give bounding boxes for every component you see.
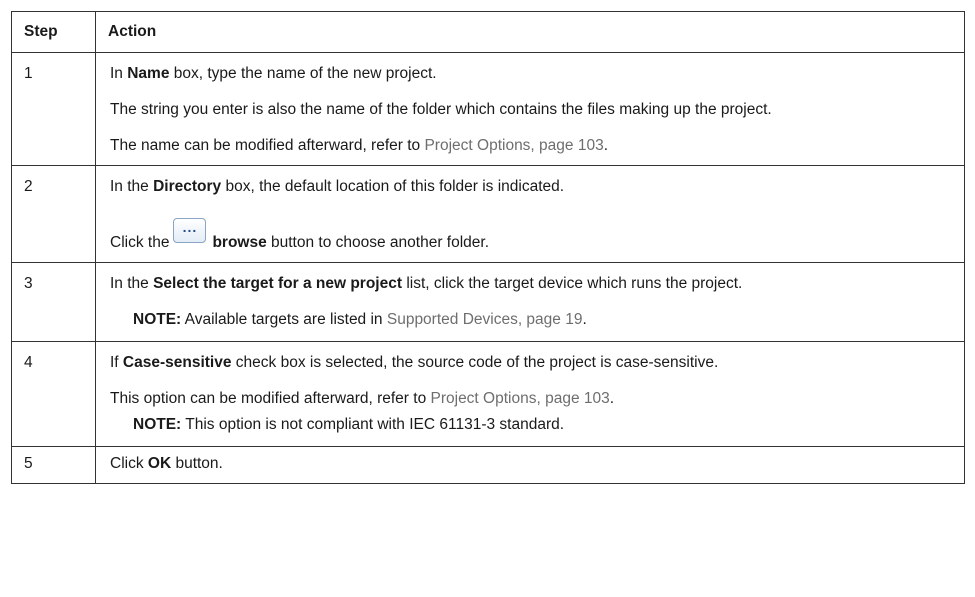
action-paragraph: In the Directory box, the default locati… [110,178,954,196]
step-column-header: Step [11,11,96,53]
step-action: In the Select the target for a new proje… [95,262,965,342]
ui-term: browse [212,234,267,251]
text: Click [110,455,148,472]
step-action: In the Directory box, the default locati… [95,165,965,263]
table-row: 4 If Case-sensitive check box is selecte… [11,341,965,447]
text: button to choose another folder. [266,234,490,251]
text: In [110,65,128,82]
project-options-link[interactable]: Project Options, page 103 [424,137,603,154]
step-action: Click OK button. [95,446,965,484]
ellipsis-glyph: ... [182,219,198,235]
text: Click the [110,234,170,251]
step-action: In Name box, type the name of the new pr… [95,52,965,166]
action-paragraph: Click OK button. [110,455,954,473]
note-label: NOTE: [133,311,182,328]
action-paragraph: The string you enter is also the name of… [110,101,772,118]
text: This option is not compliant with IEC 61… [181,416,565,433]
text: In the [110,178,154,195]
table-row: 3 In the Select the target for a new pro… [11,262,965,342]
action-paragraph: If Case-sensitive check box is selected,… [110,354,954,372]
text: . [609,390,615,407]
steps-table: Step Action 1 In Name box, type the name… [11,11,965,484]
text: box, the default location of this folder… [221,178,565,195]
ui-term: OK [147,455,172,472]
step-number: 1 [11,52,96,166]
ellipsis-browse-button-icon: ... [173,218,207,243]
supported-devices-link[interactable]: Supported Devices, page 19 [387,311,583,328]
note-label: NOTE: [133,416,182,433]
text: The name can be modified afterward, refe… [110,137,425,154]
action-paragraph: The name can be modified afterward, refe… [110,137,954,155]
table-row: 2 In the Directory box, the default loca… [11,165,965,263]
text: button. [171,455,223,472]
text: . [603,137,609,154]
text: list, click the target device which runs… [402,275,743,292]
action-paragraph: In Name box, type the name of the new pr… [110,65,954,83]
action-paragraph: This option can be modified afterward, r… [110,390,954,408]
text: Available targets are listed in [181,311,387,328]
table-row: 5 Click OK button. [11,446,965,484]
project-options-link[interactable]: Project Options, page 103 [431,390,610,407]
action-column-header: Action [95,11,965,53]
text: box, type the name of the new project. [169,65,437,82]
step-number: 3 [11,262,96,342]
step-number: 5 [11,446,96,484]
text: In the [110,275,154,292]
note-paragraph: NOTE: This option is not compliant with … [110,416,954,434]
note-paragraph: NOTE: Available targets are listed in Su… [110,311,954,329]
step-number: 2 [11,165,96,263]
ui-term: Directory [153,178,222,195]
text: If [110,354,123,371]
text: This option can be modified afterward, r… [110,390,431,407]
table-row: 1 In Name box, type the name of the new … [11,52,965,166]
text: . [582,311,587,328]
ui-term: Case-sensitive [122,354,232,371]
ui-term: Select the target for a new project [153,275,403,292]
text: check box is selected, the source code o… [231,354,719,371]
ui-term: Name [127,65,170,82]
step-number: 4 [11,341,96,447]
header-row: Step Action [11,11,965,53]
step-action: If Case-sensitive check box is selected,… [95,341,965,447]
action-paragraph: In the Select the target for a new proje… [110,275,954,293]
action-paragraph: Click the... browse button to choose anot… [110,218,954,252]
